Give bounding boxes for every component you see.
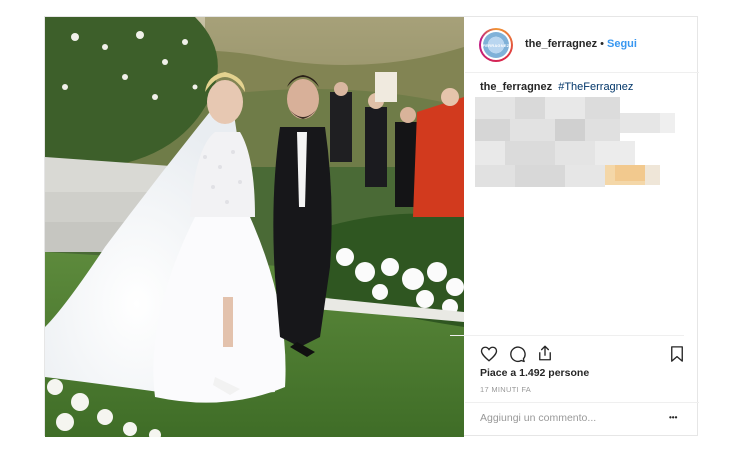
comment-input[interactable] [480, 410, 655, 426]
header-text: the_ferragnez • Segui [525, 38, 637, 50]
caption: the_ferragnez #TheFerragnez [480, 81, 633, 93]
bookmark-icon[interactable] [668, 345, 686, 363]
blurred-caption-text [475, 97, 675, 187]
separator-dot: • [600, 38, 604, 50]
header-username[interactable]: the_ferragnez [525, 38, 597, 50]
comment-icon[interactable] [508, 345, 526, 363]
wedding-photo [45, 17, 464, 437]
likes-count[interactable]: Piace a 1.492 persone [480, 367, 589, 379]
caption-hashtag[interactable]: #TheFerragnez [558, 81, 633, 93]
caption-username[interactable]: the_ferragnez [480, 81, 552, 93]
actions-divider [450, 335, 684, 336]
more-options-icon[interactable]: ••• [669, 413, 677, 422]
post-card: FERRAGNEZ the_ferragnez • Segui the_ferrag… [44, 16, 699, 437]
post-header: FERRAGNEZ the_ferragnez • Segui [465, 17, 699, 73]
share-icon[interactable] [536, 344, 554, 362]
avatar-ring[interactable]: FERRAGNEZ [479, 28, 513, 62]
post-sidebar: FERRAGNEZ the_ferragnez • Segui the_ferrag… [450, 17, 699, 437]
post-timestamp[interactable]: 17 MINUTI FA [480, 385, 531, 394]
comment-divider [465, 402, 699, 403]
avatar: FERRAGNEZ [483, 32, 509, 58]
post-photo[interactable] [45, 17, 464, 437]
follow-button[interactable]: Segui [607, 38, 637, 50]
heart-icon[interactable] [480, 345, 498, 363]
